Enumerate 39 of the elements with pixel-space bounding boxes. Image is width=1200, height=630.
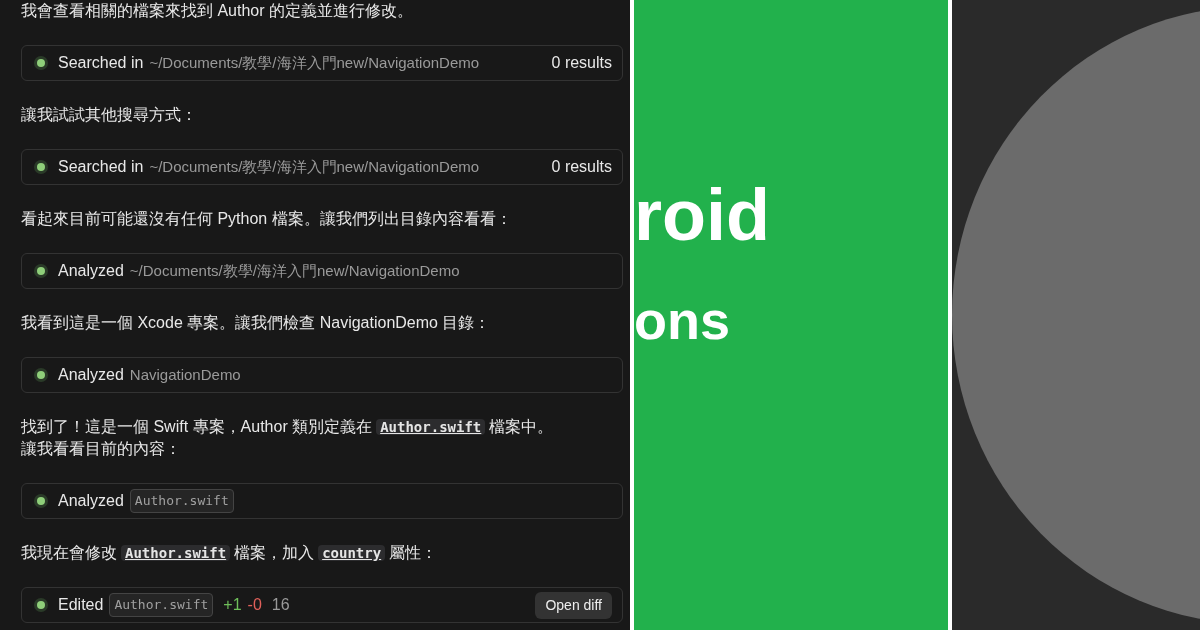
tool-action: Edited [58, 595, 104, 615]
message-text: 檔案中。 [489, 418, 554, 435]
slide-heading: roid [634, 174, 771, 257]
additions-count: +1 [223, 595, 242, 615]
tool-action: Analyzed [58, 491, 124, 511]
deletions-count: -0 [247, 595, 262, 615]
tool-path: ~/Documents/教學/海洋入門new/NavigationDemo [149, 156, 480, 177]
tool-action: Analyzed [58, 365, 124, 385]
status-dot-icon [34, 368, 48, 382]
tool-path: ~/Documents/教學/海洋入門new/NavigationDemo [149, 52, 480, 73]
message-text: 讓我看看目前的內容： [21, 440, 181, 457]
line-count: 16 [271, 595, 290, 615]
slide-heading: ons [634, 289, 731, 352]
result-count: 0 results [551, 157, 612, 177]
tool-path: ~/Documents/教學/海洋入門new/NavigationDemo [129, 260, 460, 281]
message-text: 檔案，加入 [234, 544, 315, 561]
message-text: 讓我試試其他搜尋方式： [21, 106, 197, 123]
status-dot-icon [34, 264, 48, 278]
status-dot-icon [34, 494, 48, 508]
status-dot-icon [34, 56, 48, 70]
tool-path: NavigationDemo [129, 364, 241, 385]
status-dot-icon [34, 160, 48, 174]
message-text: 我現在會修改 [21, 544, 117, 561]
inline-code: country [318, 545, 386, 561]
message-text: 找到了！這是一個 Swift 專案，Author 類別定義在 [21, 418, 373, 435]
inline-code: Author.swift [376, 419, 486, 435]
message-text: 我會查看相關的檔案來找到 Author 的定義並進行修改。 [21, 2, 414, 19]
open-diff-button[interactable]: Open diff [535, 591, 612, 619]
file-chip: Author.swift [129, 489, 234, 513]
inline-code: Author.swift [121, 545, 231, 561]
status-dot-icon [34, 598, 48, 612]
tool-action: Searched in [58, 53, 144, 73]
message-text: 看起來目前可能還沒有任何 Python 檔案。讓我們列出目錄內容看看： [21, 210, 512, 227]
message-text: 我看到這是一個 Xcode 專案。讓我們檢查 NavigationDemo 目錄： [21, 314, 491, 331]
file-chip: Author.swift [109, 593, 214, 617]
tool-action: Searched in [58, 157, 144, 177]
tool-action: Analyzed [58, 261, 124, 281]
result-count: 0 results [551, 53, 612, 73]
message-text: 屬性： [389, 544, 438, 561]
